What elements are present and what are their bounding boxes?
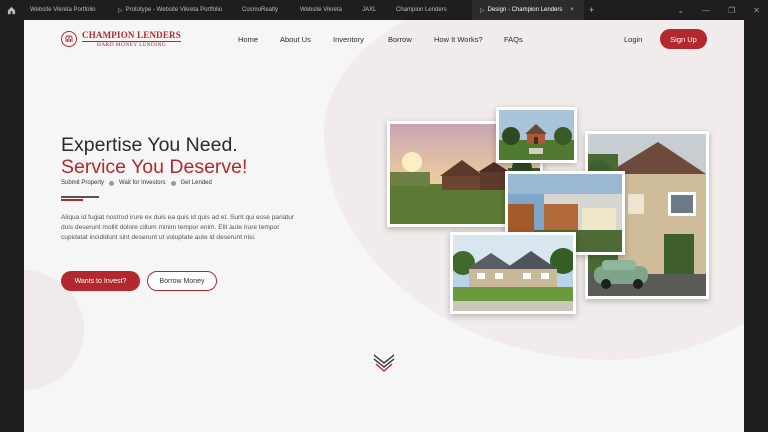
add-tab-icon[interactable]: + (589, 5, 594, 15)
tab-jaxl[interactable]: JAXL (354, 0, 388, 20)
house-photo-suburban (450, 232, 576, 314)
site-header: CHAMPION LENDERS HARD MONEY LENDING Home… (24, 20, 744, 60)
process-steps: Submit Property Wait for Investors Get L… (61, 180, 212, 186)
restore-icon[interactable]: ❐ (728, 6, 735, 15)
tab-prototype[interactable]: ▷ Prototype - Website Vikreta Portfolio (110, 0, 234, 20)
login-link[interactable]: Login (624, 35, 642, 44)
design-canvas: CHAMPION LENDERS HARD MONEY LENDING Home… (24, 20, 744, 432)
hero-heading-line1: Expertise You Need. (61, 134, 238, 156)
hero-paragraph: Aliqua id fugiat nostrud irure ex duis e… (61, 214, 295, 242)
step-label: Get Lended (180, 180, 212, 186)
play-icon: ▷ (480, 7, 485, 14)
tab-label: Design - Champion Lenders (487, 7, 563, 13)
brand-title: CHAMPION LENDERS (82, 30, 181, 42)
step-label: Wait for Investors (119, 180, 166, 186)
step-separator-dot (109, 180, 115, 186)
hero-heading-line2: Service You Deserve! (61, 156, 248, 178)
invest-button[interactable]: Wants to Invest? (61, 271, 140, 291)
nav-item-faqs[interactable]: FAQs (504, 35, 523, 44)
window-controls: ⌄ — ❐ ✕ (677, 0, 760, 20)
tab-champion-lenders[interactable]: Champion Lenders (388, 0, 472, 20)
tab-website-vikreta[interactable]: Website Vikreta (292, 0, 354, 20)
nav-item-inventory[interactable]: Inventory (333, 35, 364, 44)
tab-label: Prototype - Website Vikreta Portfolio (125, 7, 223, 13)
scroll-down-chevrons-icon[interactable] (372, 353, 396, 378)
signup-button[interactable]: Sign Up (660, 29, 707, 49)
brand-subtitle: HARD MONEY LENDING (96, 42, 167, 48)
tab-label: Website Vikreta Portfolio (30, 7, 96, 13)
minimize-icon[interactable]: — (702, 6, 710, 15)
step-label: Submit Property (61, 180, 105, 186)
nav-item-borrow[interactable]: Borrow (388, 35, 412, 44)
hero-heading: Expertise You Need. Service You Deserve! (61, 134, 247, 178)
brand-wordmark: CHAMPION LENDERS HARD MONEY LENDING (82, 30, 181, 48)
browser-tab-bar: Website Vikreta Portfolio ▷ Prototype - … (0, 0, 768, 20)
tab-design-champion-lenders[interactable]: ▷ Design - Champion Lenders × (472, 0, 584, 20)
step-separator-dot (170, 180, 176, 186)
nav-item-home[interactable]: Home (238, 35, 258, 44)
borrow-money-button[interactable]: Borrow Money (147, 271, 217, 291)
lion-emblem-icon (61, 31, 77, 47)
nav-item-how-it-works[interactable]: How It Works? (434, 35, 483, 44)
play-icon: ▷ (118, 7, 123, 14)
home-icon[interactable] (0, 0, 22, 20)
tab-label: Website Vikreta (300, 7, 342, 13)
tab-label: Champion Lenders (396, 7, 447, 13)
tab-label: CosmoRealty (242, 7, 279, 13)
nav-item-about-us[interactable]: About Us (280, 35, 311, 44)
tab-cosmorealty[interactable]: CosmoRealty (234, 0, 292, 20)
tab-label: JAXL (362, 7, 377, 13)
brand-logo[interactable]: CHAMPION LENDERS HARD MONEY LENDING (61, 30, 181, 48)
tab-website-vikreta-portfolio[interactable]: Website Vikreta Portfolio (22, 0, 110, 20)
house-photo-cottage (496, 107, 577, 163)
close-window-icon[interactable]: ✕ (753, 6, 760, 15)
chevron-down-icon[interactable]: ⌄ (677, 6, 684, 15)
close-icon[interactable]: × (570, 7, 574, 13)
